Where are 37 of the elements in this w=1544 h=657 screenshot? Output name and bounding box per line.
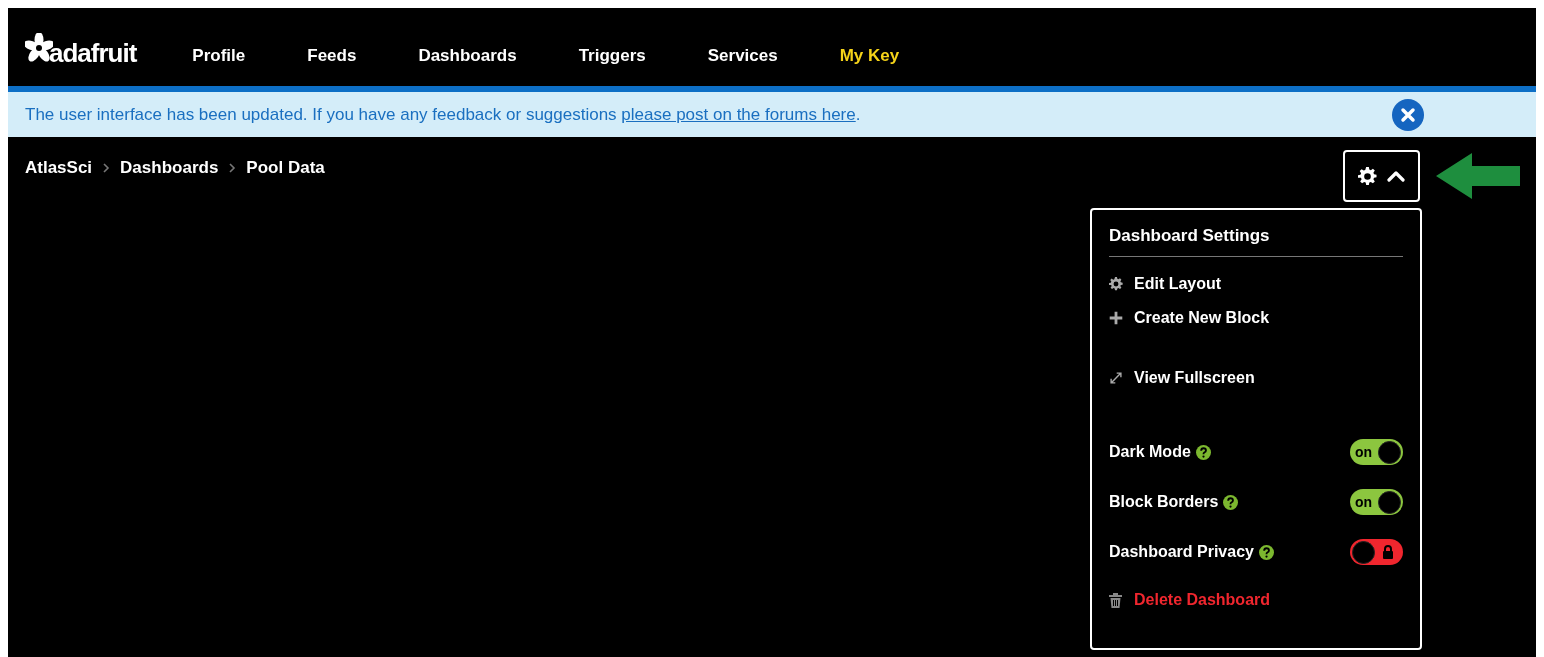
gear-icon — [1109, 277, 1123, 291]
menu-item[interactable]: Create New Block — [1109, 309, 1403, 327]
setting-label: Dark Mode — [1109, 443, 1191, 461]
toggle-switch[interactable] — [1350, 539, 1403, 565]
setting-label: Dashboard Privacy — [1109, 543, 1254, 561]
close-icon[interactable] — [1392, 98, 1424, 131]
setting-label: Block Borders — [1109, 493, 1219, 511]
lock-icon — [1382, 545, 1394, 559]
breadcrumb-link[interactable]: AtlasSci — [25, 158, 93, 178]
nav-link[interactable]: My Key — [839, 46, 900, 66]
breadcrumb-link[interactable]: Pool Data — [246, 158, 325, 178]
nav-link[interactable]: Feeds — [307, 46, 357, 66]
help-icon[interactable] — [1223, 494, 1239, 510]
plus-icon — [1109, 311, 1123, 325]
help-icon[interactable] — [1195, 444, 1211, 460]
help-icon[interactable] — [1258, 544, 1274, 560]
breadcrumb-link[interactable]: Dashboards — [120, 158, 219, 178]
settings-button[interactable] — [1343, 150, 1420, 202]
chevron-right-icon — [102, 162, 111, 174]
nav-link[interactable]: Services — [707, 46, 778, 66]
logo-text[interactable]: adafruit — [49, 38, 137, 69]
notice-text: The user interface has been updated. If you have any feedback or suggestions please post on the forums here. — [25, 104, 861, 125]
forum-link[interactable]: please post on the forums here — [621, 104, 856, 124]
toggle-switch[interactable]: on — [1350, 439, 1403, 465]
menu-item[interactable]: Edit Layout — [1109, 275, 1403, 293]
menu-title: Dashboard Settings — [1109, 226, 1271, 247]
menu-item[interactable]: View Fullscreen — [1109, 369, 1403, 387]
toggle-switch[interactable]: on — [1350, 489, 1403, 515]
settings-icon — [1358, 166, 1377, 186]
arrow-icon — [1436, 153, 1520, 199]
trash-icon — [1109, 592, 1122, 608]
nav-link[interactable]: Dashboards — [418, 46, 517, 66]
chevron-right-icon — [228, 162, 237, 174]
delete-link[interactable]: Delete Dashboard — [1109, 591, 1403, 609]
expand-icon — [1109, 371, 1123, 385]
nav-link[interactable]: Profile — [192, 46, 246, 66]
nav-link[interactable]: Triggers — [578, 46, 646, 66]
